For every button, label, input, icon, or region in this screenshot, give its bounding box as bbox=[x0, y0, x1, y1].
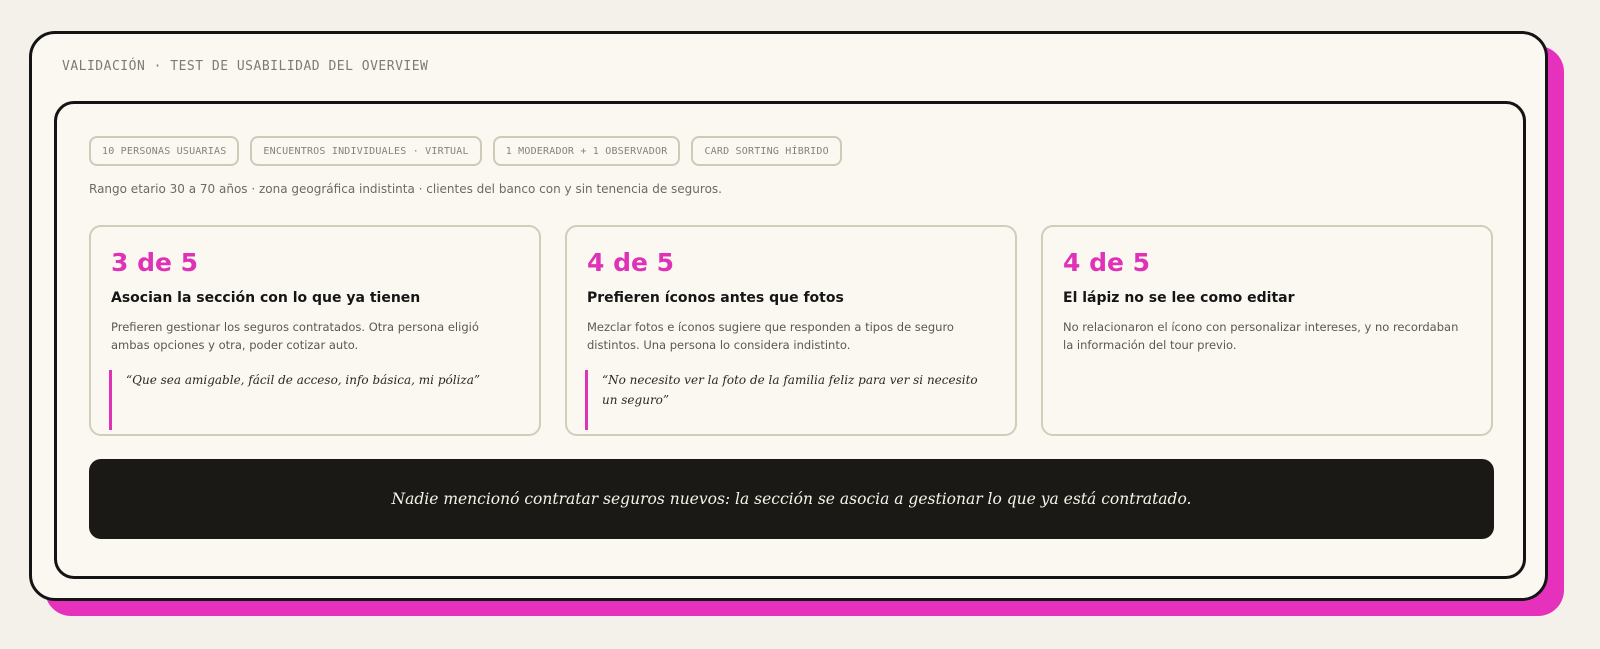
finding-stat: 4 de 5 bbox=[1063, 248, 1151, 277]
participants-description: Rango etario 30 a 70 años · zona geográf… bbox=[89, 182, 722, 196]
tag-participants: 10 PERSONAS USUARIAS bbox=[89, 136, 240, 166]
findings-cards: 3 de 5 Asocian la sección con lo que ya … bbox=[89, 225, 1493, 436]
tag-format: ENCUENTROS INDIVIDUALES · VIRTUAL bbox=[250, 136, 482, 166]
content-panel: 10 PERSONAS USUARIAS ENCUENTROS INDIVIDU… bbox=[54, 101, 1526, 579]
slide-frame: VALIDACIÓN · TEST DE USABILIDAD DEL OVER… bbox=[29, 31, 1548, 601]
tag-team: 1 MODERADOR + 1 OBSERVADOR bbox=[492, 136, 681, 166]
tag-row: 10 PERSONAS USUARIAS ENCUENTROS INDIVIDU… bbox=[89, 136, 842, 166]
finding-body: No relacionaron el ícono con personaliza… bbox=[1063, 320, 1459, 352]
finding-card-2: 4 de 5 Prefieren íconos antes que fotos … bbox=[565, 225, 1017, 436]
finding-card-1: 3 de 5 Asocian la sección con lo que ya … bbox=[89, 225, 541, 436]
finding-card-3: 4 de 5 El lápiz no se lee como editar No… bbox=[1041, 225, 1493, 436]
conclusion-text: Nadie mencionó contratar seguros nuevos:… bbox=[391, 490, 1192, 508]
finding-title: El lápiz no se lee como editar bbox=[1063, 290, 1295, 306]
finding-body: Mezclar fotos e íconos sugiere que respo… bbox=[587, 320, 954, 352]
finding-quote: “No necesito ver la foto de la familia f… bbox=[585, 370, 995, 430]
finding-quote: “Que sea amigable, fácil de acceso, info… bbox=[109, 370, 519, 430]
finding-body: Prefieren gestionar los seguros contrata… bbox=[111, 320, 479, 352]
finding-title: Asocian la sección con lo que ya tienen bbox=[111, 290, 421, 306]
finding-title: Prefieren íconos antes que fotos bbox=[587, 290, 844, 306]
section-eyebrow: VALIDACIÓN · TEST DE USABILIDAD DEL OVER… bbox=[62, 59, 429, 74]
finding-stat: 3 de 5 bbox=[111, 248, 199, 277]
finding-stat: 4 de 5 bbox=[587, 248, 675, 277]
conclusion-banner: Nadie mencionó contratar seguros nuevos:… bbox=[89, 459, 1494, 539]
tag-method: CARD SORTING HÍBRIDO bbox=[691, 136, 842, 166]
